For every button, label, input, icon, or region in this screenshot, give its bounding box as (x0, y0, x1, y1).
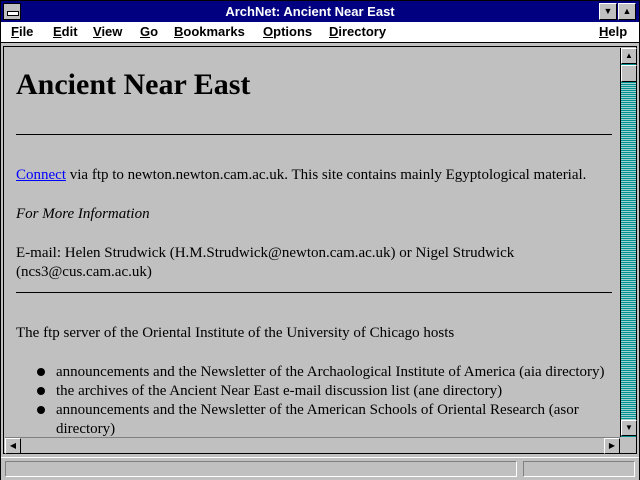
document-view: Ancient Near East Connect via ftp to new… (3, 46, 637, 454)
minimize-icon: ▼ (603, 6, 613, 16)
menu-file[interactable]: File (11, 24, 33, 40)
bullet (37, 406, 45, 414)
status-bar (1, 457, 639, 480)
connect-paragraph: Connect via ftp to newton.newton.cam.ac.… (16, 166, 616, 185)
more-info-text: For More Information (16, 206, 150, 222)
menu-edit-label: dit (61, 24, 78, 39)
ftp-intro: The ftp server of the Oriental Institute… (16, 325, 455, 341)
scroll-left-button[interactable]: ◀ (5, 438, 21, 454)
email-line-2: (ncs3@cus.cam.ac.uk) (16, 264, 152, 280)
menu-go[interactable]: Go (140, 24, 158, 40)
menu-directory[interactable]: Directory (329, 24, 386, 40)
menu-help[interactable]: Help (599, 24, 627, 40)
list-item: announcements and the Newsletter of the … (56, 364, 605, 380)
menu-view-label: iew (101, 24, 123, 39)
arrow-left-icon: ◀ (9, 441, 17, 450)
menu-edit-accel: E (53, 24, 62, 39)
divider (16, 292, 612, 293)
menu-view[interactable]: View (93, 24, 122, 40)
system-menu-icon (7, 11, 19, 16)
connect-link[interactable]: Connect (16, 167, 66, 183)
menu-options-accel: O (263, 24, 274, 39)
minimize-button[interactable]: ▼ (599, 3, 617, 20)
menu-go-label: o (150, 24, 159, 39)
menu-options-label: ptions (273, 24, 313, 39)
bullet (37, 368, 45, 376)
list-item: announcements and the Newsletter of the … (56, 402, 579, 437)
horizontal-scrollbar[interactable]: ◀ ▶ (5, 437, 620, 454)
menu-directory-accel: D (329, 24, 339, 39)
maximize-button[interactable]: ▲ (618, 3, 636, 20)
bullet (37, 387, 45, 395)
divider (16, 134, 612, 135)
system-menu-button[interactable] (3, 3, 21, 20)
menu-file-label: ile (18, 24, 34, 39)
scrollbar-corner (620, 437, 636, 453)
maximize-icon: ▲ (622, 6, 632, 16)
menu-directory-label: irectory (338, 24, 387, 39)
menu-file-accel: F (11, 24, 19, 39)
vertical-scroll-thumb[interactable] (621, 65, 637, 82)
menu-go-accel: G (140, 24, 151, 39)
scroll-down-button[interactable]: ▼ (621, 420, 637, 436)
menu-help-accel: H (599, 24, 609, 39)
title-bar: ArchNet: Ancient Near East ▼ ▲ (1, 1, 639, 22)
status-text (5, 461, 517, 477)
page-content: Ancient Near East Connect via ftp to new… (5, 48, 620, 437)
scroll-right-button[interactable]: ▶ (604, 438, 620, 454)
menu-bookmarks-label: ookmarks (183, 24, 245, 39)
arrow-down-icon: ▼ (625, 423, 633, 432)
menu-edit[interactable]: Edit (53, 24, 78, 40)
vertical-scrollbar[interactable]: ▲ ▼ (620, 48, 637, 437)
menu-options[interactable]: Options (263, 24, 312, 40)
menu-bookmarks[interactable]: Bookmarks (174, 24, 245, 40)
scroll-up-button[interactable]: ▲ (621, 48, 637, 64)
more-info-heading: For More Information (16, 205, 616, 224)
window-title: ArchNet: Ancient Near East (225, 4, 395, 19)
browser-window: ArchNet: Ancient Near East ▼ ▲ File Edit… (0, 0, 640, 480)
progress-indicator (523, 461, 635, 477)
connect-text: via ftp to newton.newton.cam.ac.uk. This… (66, 167, 587, 183)
menu-bar: File Edit View Go Bookmarks Options Dire… (1, 22, 639, 43)
page-heading: Ancient Near East (16, 68, 251, 101)
menu-bookmarks-accel: B (174, 24, 184, 39)
menu-help-label: elp (608, 24, 628, 39)
arrow-right-icon: ▶ (608, 441, 616, 450)
arrow-up-icon: ▲ (625, 51, 633, 60)
list-item: the archives of the Ancient Near East e-… (56, 383, 503, 399)
email-line-1: E-mail: Helen Strudwick (H.M.Strudwick@n… (16, 245, 515, 261)
